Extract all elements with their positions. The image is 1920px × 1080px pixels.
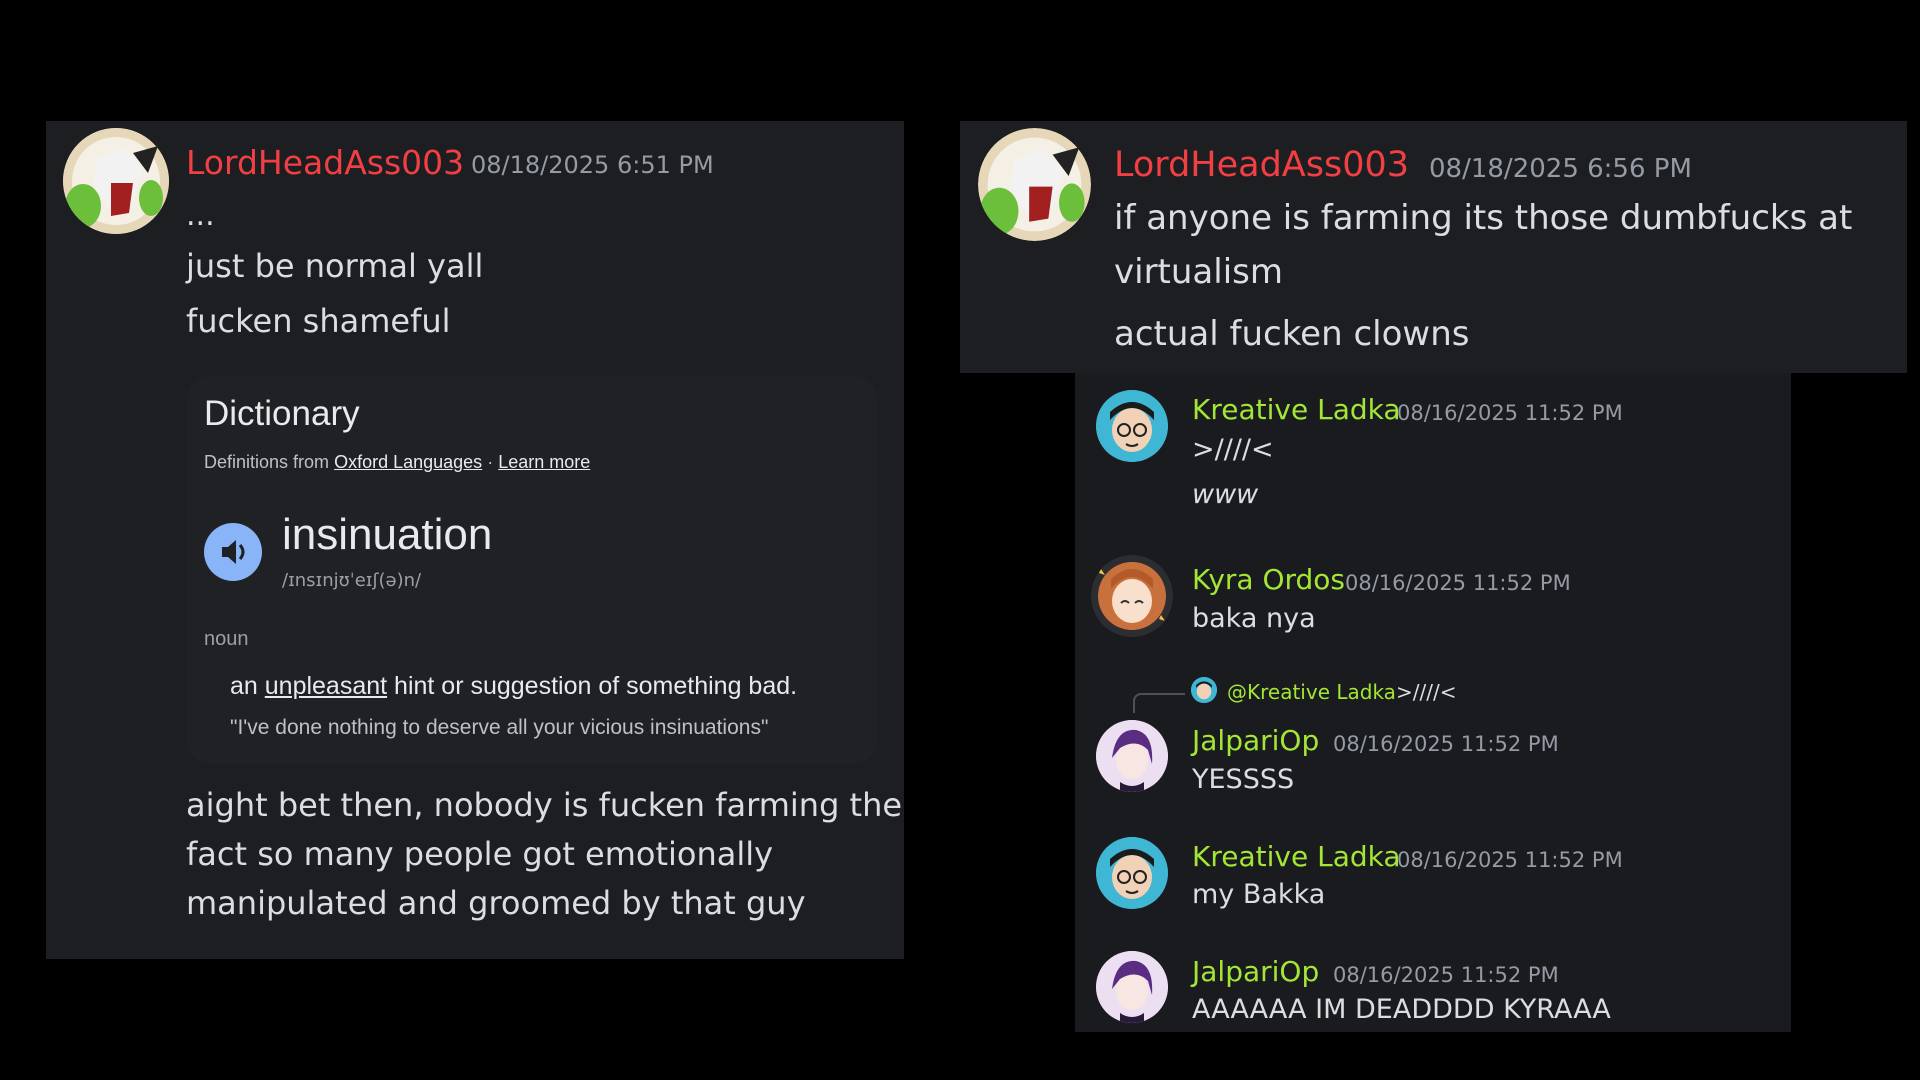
timestamp: 08/18/2025 6:56 PM [1429, 154, 1692, 184]
purple-hair-girl-avatar-icon [1096, 720, 1168, 792]
reply-connector [1133, 693, 1185, 713]
reply-avatar[interactable] [1191, 677, 1217, 703]
message-line: www [1192, 479, 1259, 510]
dictionary-card: Dictionary Definitions from Oxford Langu… [187, 376, 877, 764]
username[interactable]: Kreative Ladka [1192, 393, 1401, 426]
kreative-ladka-avatar[interactable] [1096, 837, 1168, 909]
message-line: >////< [1192, 434, 1274, 465]
message-line: baka nya [1192, 603, 1316, 634]
username[interactable]: LordHeadAss003 [186, 143, 464, 182]
timestamp: 08/16/2025 11:52 PM [1333, 963, 1559, 987]
message-line: actual fucken clowns [1114, 314, 1470, 354]
username[interactable]: LordHeadAss003 [1114, 145, 1409, 185]
username[interactable]: Kyra Ordos [1192, 563, 1345, 596]
definition-link[interactable]: unpleasant [265, 672, 387, 700]
timestamp: 08/18/2025 6:51 PM [471, 151, 714, 179]
part-of-speech: noun [204, 628, 249, 650]
purple-hair-girl-avatar-icon [1096, 951, 1168, 1023]
username[interactable]: JalpariOp [1192, 955, 1319, 988]
timestamp: 08/16/2025 11:52 PM [1397, 401, 1623, 425]
oxford-languages-link[interactable]: Oxford Languages [334, 452, 482, 472]
definition: an unpleasant hint or suggestion of some… [230, 672, 797, 701]
reply-mention[interactable]: @Kreative Ladka [1227, 680, 1396, 704]
dictionary-word: insinuation [282, 510, 493, 559]
timestamp: 08/16/2025 11:52 PM [1397, 848, 1623, 872]
reply-text[interactable]: >////< [1396, 680, 1456, 704]
source-separator: · [487, 452, 494, 472]
kreative-ladka-avatar[interactable] [1096, 390, 1168, 462]
message-line: just be normal yall [186, 247, 484, 285]
speaker-button[interactable] [204, 523, 262, 581]
lordheadass-avatar[interactable] [978, 128, 1091, 241]
message-line: ... [186, 198, 215, 233]
source-prefix: Definitions from [204, 452, 330, 472]
timestamp: 08/16/2025 11:52 PM [1345, 571, 1571, 595]
glasses-boy-avatar-icon [1096, 390, 1168, 462]
message-line: virtualism [1114, 252, 1283, 292]
anime-character-avatar-icon [978, 128, 1091, 241]
glasses-boy-avatar-icon [1191, 677, 1217, 703]
definition-post: hint or suggestion of something bad. [394, 672, 798, 700]
message-line: if anyone is farming its those dumbfucks… [1114, 198, 1853, 238]
dictionary-source: Definitions from Oxford Languages · Lear… [204, 452, 590, 473]
speaker-icon [222, 540, 245, 564]
glasses-boy-avatar-icon [1096, 837, 1168, 909]
timestamp: 08/16/2025 11:52 PM [1333, 732, 1559, 756]
message-line: aight bet then, nobody is fucken farming… [186, 786, 903, 824]
dictionary-title: Dictionary [204, 394, 360, 433]
anime-character-avatar-icon [63, 128, 169, 234]
message-line: manipulated and groomed by that guy [186, 884, 806, 922]
orange-hair-girl-avatar-icon [1098, 562, 1166, 630]
lordheadass-avatar[interactable] [63, 128, 169, 234]
example-sentence: "I've done nothing to deserve all your v… [230, 716, 769, 739]
message-line: YESSSS [1192, 764, 1295, 795]
phonetic: /ɪnsɪnjʊˈeɪʃ(ə)n/ [282, 570, 422, 591]
learn-more-link[interactable]: Learn more [498, 452, 590, 472]
kyra-ordos-avatar[interactable] [1091, 555, 1173, 637]
username[interactable]: Kreative Ladka [1192, 840, 1401, 873]
message-line: my Bakka [1192, 879, 1326, 910]
definition-pre: an [230, 672, 258, 700]
jalpariop-avatar[interactable] [1096, 720, 1168, 792]
message-line: fucken shameful [186, 302, 451, 340]
message-line: fact so many people got emotionally [186, 835, 774, 873]
message-line: AAAAAA IM DEADDDD KYRAAA [1192, 994, 1611, 1025]
jalpariop-avatar[interactable] [1096, 951, 1168, 1023]
username[interactable]: JalpariOp [1192, 724, 1319, 757]
